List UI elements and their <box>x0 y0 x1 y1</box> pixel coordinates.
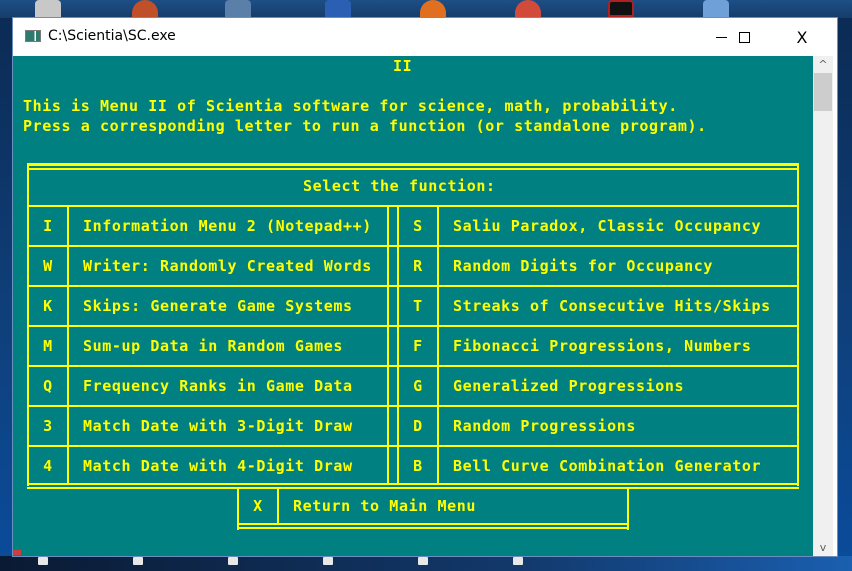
close-icon: X <box>796 27 808 47</box>
menu-key: R <box>413 257 423 275</box>
menu-label: Random Progressions <box>453 417 636 435</box>
menu-key: B <box>413 457 423 475</box>
maximize-button[interactable] <box>721 18 767 56</box>
menu-key: 4 <box>43 457 53 475</box>
firefox-icon[interactable] <box>420 0 446 17</box>
shortcut-icon[interactable] <box>513 557 523 565</box>
menu-key: T <box>413 297 423 315</box>
menu-label: Bell Curve Combination Generator <box>453 457 762 475</box>
menu-label: Information Menu 2 (Notepad++) <box>83 217 372 235</box>
shortcut-icon[interactable] <box>133 557 143 565</box>
menu-label: Writer: Randomly Created Words <box>83 257 372 275</box>
menu-key: X <box>253 497 263 515</box>
word-icon[interactable] <box>325 0 351 17</box>
menu-id: II <box>393 57 413 75</box>
shortcut-icon[interactable] <box>38 557 48 565</box>
orange-app-icon[interactable] <box>132 0 158 17</box>
menu-label: Return to Main Menu <box>293 497 476 515</box>
maximize-icon <box>738 31 750 43</box>
menu-key: F <box>413 337 423 355</box>
return-box-bottom-outer <box>237 527 629 529</box>
menu-label: Match Date with 4-Digit Draw <box>83 457 353 475</box>
table-header: Select the function: <box>303 177 496 195</box>
cursor-marker <box>13 550 21 555</box>
menu-label: Sum-up Data in Random Games <box>83 337 344 355</box>
menu-label: Random Digits for Occupancy <box>453 257 714 275</box>
intro-line-1: This is Menu II of Scientia software for… <box>23 97 678 115</box>
menu-label: Saliu Paradox, Classic Occupancy <box>453 217 762 235</box>
chrome-icon[interactable] <box>515 0 541 17</box>
console-area[interactable]: II This is Menu II of Scientia software … <box>13 56 813 556</box>
window-title: C:\Scientia\SC.exe <box>48 28 176 44</box>
gear-app-icon[interactable] <box>35 0 61 17</box>
close-button[interactable]: X <box>779 18 825 56</box>
shortcut-icon[interactable] <box>323 557 333 565</box>
menu-label: Match Date with 3-Digit Draw <box>83 417 353 435</box>
table-border-top-outer <box>27 163 799 166</box>
menu-key: S <box>413 217 423 235</box>
shortcut-icon[interactable] <box>418 557 428 565</box>
menu-key: D <box>413 417 423 435</box>
menu-label: Skips: Generate Game Systems <box>83 297 353 315</box>
menu-key: 3 <box>43 417 53 435</box>
menu-label: Streaks of Consecutive Hits/Skips <box>453 297 771 315</box>
table-border-top-inner <box>27 168 799 170</box>
settings-app-icon[interactable] <box>703 0 729 17</box>
menu-key: W <box>43 257 53 275</box>
document-app-icon[interactable] <box>225 0 251 17</box>
menu-label: Fibonacci Progressions, Numbers <box>453 337 752 355</box>
title-bar[interactable]: C:\Scientia\SC.exe X <box>13 18 837 56</box>
scroll-thumb[interactable] <box>814 73 832 111</box>
menu-key: K <box>43 297 53 315</box>
menu-label: Frequency Ranks in Game Data <box>83 377 353 395</box>
desktop-icon-strip <box>0 0 852 18</box>
menu-key: M <box>43 337 53 355</box>
console-window: C:\Scientia\SC.exe X II This is Menu II … <box>12 17 838 557</box>
menu-label: Generalized Progressions <box>453 377 685 395</box>
menu-key: I <box>43 217 53 235</box>
scroll-down-icon[interactable]: v <box>813 539 833 556</box>
shortcut-icon[interactable] <box>228 557 238 565</box>
scroll-up-icon[interactable]: ^ <box>813 56 833 73</box>
console-app-icon[interactable] <box>25 30 41 42</box>
vertical-scrollbar[interactable]: ^ v <box>813 56 833 556</box>
menu-key: Q <box>43 377 53 395</box>
column-divider <box>387 205 389 485</box>
intro-line-2: Press a corresponding letter to run a fu… <box>23 117 707 135</box>
red-app-icon[interactable] <box>608 0 634 17</box>
menu-key: G <box>413 377 423 395</box>
